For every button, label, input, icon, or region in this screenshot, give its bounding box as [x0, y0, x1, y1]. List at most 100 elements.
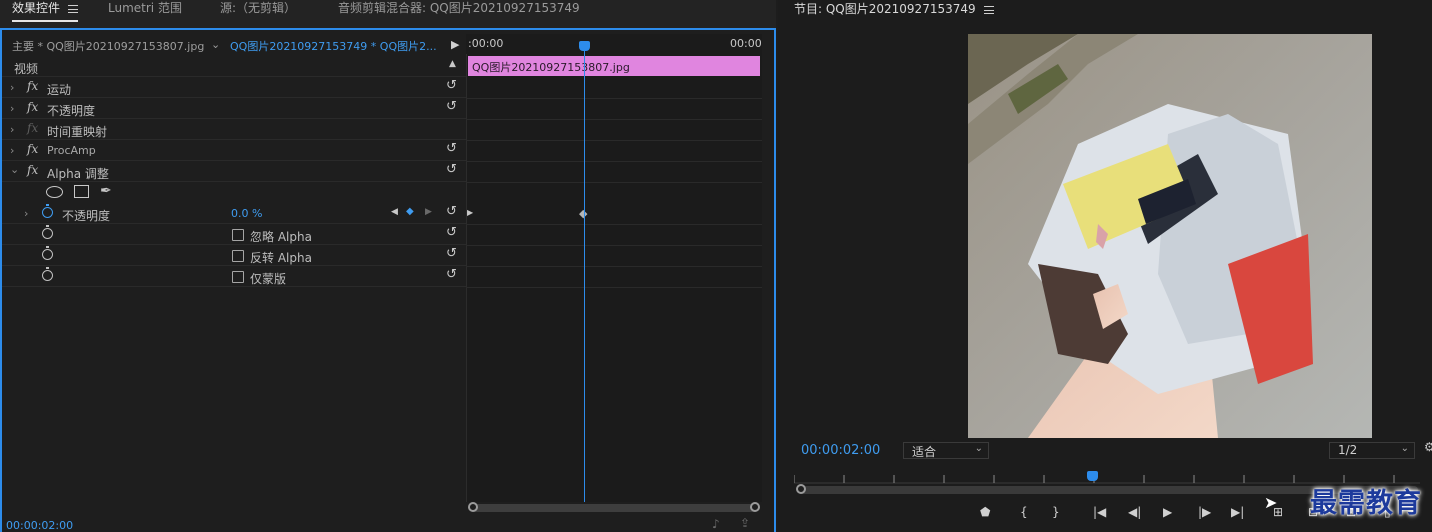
- timeline-divider: [466, 182, 762, 183]
- fx-icon[interactable]: fx: [27, 163, 38, 177]
- video-section-label: 视频: [14, 62, 39, 76]
- tab-source[interactable]: 源:（无剪辑）: [220, 0, 296, 22]
- playhead-line: [584, 48, 585, 502]
- reset-icon[interactable]: ↺: [446, 225, 457, 240]
- ruler-start-time: :00:00: [468, 37, 504, 50]
- effect-row-procamp[interactable]: › fx ProcAmp ↺: [2, 140, 466, 161]
- panel-menu-icon[interactable]: [68, 4, 79, 13]
- param-row-mask-only[interactable]: 仅蒙版 ↺: [2, 266, 466, 287]
- preview-photo: [968, 34, 1372, 438]
- mark-in-icon[interactable]: {: [1020, 505, 1028, 519]
- fx-icon[interactable]: fx: [27, 142, 38, 156]
- play-icon[interactable]: ▶: [1163, 505, 1172, 519]
- resolution-select[interactable]: 1/2 ⌄: [1329, 442, 1415, 459]
- stopwatch-icon[interactable]: [42, 267, 53, 281]
- settings-wrench-icon[interactable]: ⚙: [1424, 440, 1432, 454]
- tab-audio-clip-mixer[interactable]: 音频剪辑混合器: QQ图片20210927153749: [338, 0, 580, 22]
- mask-only-label: 仅蒙版: [250, 272, 287, 286]
- timeline-clip-bar[interactable]: QQ图片20210927153807.jpg: [468, 56, 760, 76]
- go-to-in-icon[interactable]: |◀: [1093, 505, 1106, 519]
- param-label: 不透明度: [62, 209, 111, 223]
- reset-icon[interactable]: ↺: [446, 246, 457, 261]
- panel-menu-icon[interactable]: [983, 5, 994, 14]
- zoom-handle-left[interactable]: [796, 484, 806, 494]
- effect-row-opacity[interactable]: › fx 不透明度 ↺: [2, 98, 466, 119]
- rectangle-mask-icon[interactable]: [74, 185, 89, 198]
- effect-label: 时间重映射: [47, 125, 108, 139]
- effect-label: 不透明度: [47, 104, 96, 118]
- fx-icon[interactable]: fx: [27, 100, 38, 114]
- zoom-handle-left[interactable]: [468, 502, 478, 512]
- ignore-alpha-checkbox[interactable]: [232, 229, 244, 241]
- reset-icon[interactable]: ↺: [446, 162, 457, 177]
- add-keyframe-icon[interactable]: ◆: [406, 206, 414, 217]
- master-clip-tab[interactable]: 主要 * QQ图片20210927153807.jpg: [12, 38, 204, 54]
- collapse-up-icon[interactable]: ▲: [449, 59, 456, 69]
- ellipse-mask-icon[interactable]: [46, 186, 63, 198]
- program-timecode[interactable]: 00:00:02:00: [801, 443, 880, 458]
- fit-select[interactable]: 适合 ⌄: [903, 442, 989, 459]
- mark-out-icon[interactable]: }: [1052, 505, 1060, 519]
- timeline-divider: [466, 161, 762, 162]
- tab-effect-controls[interactable]: 效果控件: [12, 0, 79, 22]
- program-playhead-handle[interactable]: [1087, 471, 1098, 481]
- twirl-right-icon[interactable]: ›: [24, 207, 28, 220]
- twirl-right-icon[interactable]: ›: [10, 81, 14, 94]
- go-to-out-icon[interactable]: ▶|: [1231, 505, 1244, 519]
- mask-only-checkbox[interactable]: [232, 271, 244, 283]
- timeline-ruler[interactable]: :00:00 00:00: [466, 34, 762, 54]
- resolution-select-value: 1/2: [1338, 443, 1358, 457]
- step-forward-icon[interactable]: |▶: [1198, 505, 1211, 519]
- opacity-value[interactable]: 0.0 %: [231, 207, 262, 220]
- stopwatch-icon[interactable]: [42, 246, 53, 260]
- tab-audio-mixer-label: 音频剪辑混合器: QQ图片20210927153749: [338, 1, 580, 15]
- fx-icon[interactable]: fx: [27, 79, 38, 93]
- effect-row-time-remap[interactable]: › fx 时间重映射: [2, 119, 466, 140]
- next-keyframe-icon[interactable]: ▶: [425, 207, 432, 217]
- timeline-divider: [466, 224, 762, 225]
- reset-icon[interactable]: ↺: [446, 204, 457, 219]
- tab-lumetri-label: Lumetri 范围: [108, 1, 182, 15]
- playhead-handle[interactable]: [579, 41, 590, 51]
- reset-icon[interactable]: ↺: [446, 141, 457, 156]
- effect-timeline[interactable]: [466, 34, 762, 502]
- timeline-divider: [466, 119, 762, 120]
- step-back-icon[interactable]: ◀|: [1128, 505, 1141, 519]
- footer-timecode[interactable]: 00:00:02:00: [6, 519, 73, 532]
- timeline-divider: [466, 98, 762, 99]
- tab-lumetri-scopes[interactable]: Lumetri 范围: [108, 0, 182, 22]
- add-marker-icon[interactable]: ⬟: [980, 505, 990, 519]
- export-frame-icon[interactable]: ⇪: [740, 516, 750, 530]
- reset-icon[interactable]: ↺: [446, 99, 457, 114]
- stopwatch-icon[interactable]: [42, 225, 53, 239]
- prev-keyframe-icon[interactable]: ◀: [391, 207, 398, 217]
- invert-alpha-checkbox[interactable]: [232, 250, 244, 262]
- param-row-invert-alpha[interactable]: 反转 Alpha ↺: [2, 245, 466, 266]
- reset-icon[interactable]: ↺: [446, 267, 457, 282]
- effect-controls-footer: 00:00:02:00 ♪ ⇪: [2, 516, 774, 532]
- pen-mask-icon[interactable]: ✒: [100, 183, 112, 199]
- twirl-down-icon[interactable]: ⌄: [10, 163, 19, 176]
- zoom-handle-right[interactable]: [750, 502, 760, 512]
- invert-alpha-label: 反转 Alpha: [250, 251, 312, 265]
- clip-selector-bar: 主要 * QQ图片20210927153807.jpg ⌄ QQ图片202109…: [2, 34, 466, 56]
- program-monitor-title[interactable]: 节目: QQ图片20210927153749: [794, 0, 994, 17]
- effect-row-alpha-adjust[interactable]: ⌄ fx Alpha 调整 ↺: [2, 161, 466, 182]
- twirl-right-icon[interactable]: ›: [10, 123, 14, 136]
- effect-row-motion[interactable]: › fx 运动 ↺: [2, 77, 466, 98]
- timeline-zoom-scrollbar[interactable]: [468, 502, 760, 512]
- param-row-ignore-alpha[interactable]: 忽略 Alpha ↺: [2, 224, 466, 245]
- effect-label: Alpha 调整: [47, 167, 109, 181]
- twirl-right-icon[interactable]: ›: [10, 144, 14, 157]
- filter-audio-icon[interactable]: ♪: [712, 517, 720, 531]
- stopwatch-icon[interactable]: [42, 204, 53, 218]
- chevron-down-icon[interactable]: ⌄: [211, 38, 220, 51]
- effect-label: 运动: [47, 83, 72, 97]
- play-clip-icon[interactable]: ▶: [451, 38, 459, 51]
- twirl-right-icon[interactable]: ›: [10, 102, 14, 115]
- param-row-opacity[interactable]: › 不透明度 0.0 % ◀ ◆ ▶ ↺: [2, 203, 466, 224]
- sequence-clip-tab[interactable]: QQ图片20210927153749 * QQ图片2...: [230, 38, 437, 54]
- reset-icon[interactable]: ↺: [446, 78, 457, 93]
- watermark: 最需教育: [1310, 488, 1422, 519]
- effect-label: ProcAmp: [47, 144, 96, 157]
